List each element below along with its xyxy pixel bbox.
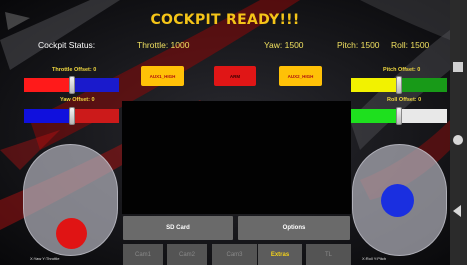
- yaw-readout: Yaw: 1500: [264, 40, 304, 50]
- tab-extras[interactable]: Extras: [258, 244, 302, 265]
- tab-cam3[interactable]: Cam3: [212, 244, 257, 265]
- throttle-offset-fill: [24, 78, 72, 92]
- right-joystick-knob[interactable]: [381, 184, 414, 217]
- pitch-offset-slider[interactable]: [351, 76, 447, 94]
- cockpit-status-label: Cockpit Status:: [38, 40, 96, 50]
- aux2-high-button[interactable]: AUX2_HIGH: [279, 66, 322, 86]
- pitch-offset-track: [399, 78, 447, 92]
- sd-card-button[interactable]: SD Card: [123, 216, 233, 240]
- left-joystick-label: X:Yaw Y:Throttle: [30, 256, 60, 261]
- pitch-offset-thumb[interactable]: [396, 76, 402, 94]
- system-navigation-bar: [450, 0, 467, 265]
- left-joystick-knob[interactable]: [56, 218, 87, 249]
- arm-button[interactable]: ARM: [214, 66, 256, 86]
- options-button[interactable]: Options: [238, 216, 350, 240]
- right-joystick[interactable]: [352, 144, 447, 256]
- throttle-offset-label: Throttle Offset: 0: [52, 67, 97, 73]
- pitch-offset-fill: [351, 78, 399, 92]
- yaw-offset-slider[interactable]: [24, 107, 119, 125]
- back-triangle-icon[interactable]: [453, 205, 461, 217]
- tab-tl[interactable]: TL: [306, 244, 351, 265]
- aux1-high-button[interactable]: AUX1_HIGH: [141, 66, 184, 86]
- roll-offset-fill: [351, 109, 399, 123]
- status-bar: Cockpit Status: Throttle: 1000 Yaw: 1500…: [0, 40, 450, 52]
- pitch-readout: Pitch: 1500: [337, 40, 380, 50]
- yaw-offset-track: [72, 109, 119, 123]
- video-feed-panel: [122, 101, 351, 214]
- yaw-offset-thumb[interactable]: [69, 107, 75, 125]
- roll-offset-slider[interactable]: [351, 107, 447, 125]
- yaw-offset-label: Yaw Offset: 0: [60, 97, 95, 103]
- throttle-offset-track: [72, 78, 119, 92]
- tab-cam1[interactable]: Cam1: [123, 244, 163, 265]
- throttle-readout: Throttle: 1000: [137, 40, 190, 50]
- left-joystick[interactable]: [23, 144, 118, 256]
- roll-offset-thumb[interactable]: [396, 107, 402, 125]
- roll-readout: Roll: 1500: [391, 40, 430, 50]
- circle-icon[interactable]: [453, 135, 463, 145]
- throttle-offset-slider[interactable]: [24, 76, 119, 94]
- roll-offset-track: [399, 109, 447, 123]
- page-title: COCKPIT READY!!!: [150, 12, 300, 28]
- throttle-offset-thumb[interactable]: [69, 76, 75, 94]
- yaw-offset-fill: [24, 109, 72, 123]
- right-joystick-label: X:Roll Y:Pitch: [362, 256, 387, 261]
- pitch-offset-label: Pitch Offset: 0: [383, 67, 421, 73]
- roll-offset-label: Roll Offset: 0: [387, 97, 422, 103]
- square-icon[interactable]: [453, 62, 463, 72]
- tab-cam2[interactable]: Cam2: [167, 244, 207, 265]
